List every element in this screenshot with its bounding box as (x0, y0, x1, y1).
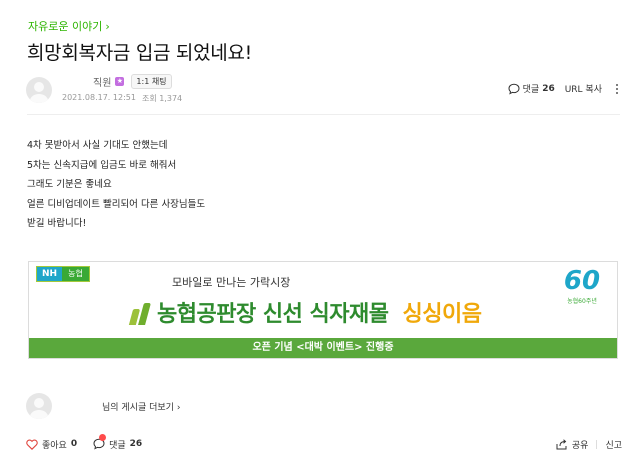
author-info: 직원 ★ 1:1 채팅 (93, 74, 172, 89)
avatar-placeholder-icon (34, 82, 44, 92)
right-actions: 공유 신고 (556, 438, 622, 451)
content-line: 4차 못받아서 사실 기대도 안했는데 (27, 140, 168, 151)
post-title: 희망회복자금 입금 되었네요! (27, 42, 252, 64)
comment-count: 26 (129, 439, 143, 449)
content-line: 5차는 신속지급에 입금도 바로 해줘서 (27, 159, 177, 171)
like-count: 0 (70, 439, 78, 449)
comment-link-count: 26 (542, 83, 555, 94)
nh-logo-right: 농협 (62, 267, 89, 281)
board-name: 자유로운 이야기 (28, 20, 103, 33)
post-date: 2021.08.17. 12:51 (62, 93, 136, 102)
banner-brand: 싱싱이음 (402, 302, 482, 327)
author-grade: 직원 (93, 78, 112, 89)
like-button[interactable]: 좋아요 0 (26, 438, 77, 451)
content-line: 그래도 기분은 좋네요 (27, 179, 112, 190)
share-icon (556, 438, 567, 449)
new-badge-icon (99, 433, 107, 441)
author-more-link[interactable]: 님의 게시글 더보기 › (102, 400, 180, 413)
banner-event-bar: 오픈 기념 <대박 이벤트> 진행중 (29, 338, 617, 358)
chat-button[interactable]: 1:1 채팅 (131, 74, 172, 89)
divider (27, 114, 620, 115)
brand-mark-icon (128, 299, 153, 325)
banner-headline: 농협공판장 신선 식자재몰 (157, 302, 389, 327)
nh-logo: NH 농협 (36, 266, 90, 282)
comment-link-label: 댓글 (522, 85, 540, 95)
avatar-placeholder-icon (34, 398, 44, 408)
comment-button[interactable]: 댓글 26 (93, 433, 143, 451)
author-avatar[interactable] (26, 77, 52, 103)
anniversary-caption: 농협60주년 (567, 298, 597, 305)
post-content: 4차 못받아서 사실 기대도 안했는데 5차는 신속지급에 입금도 바로 해줘서… (27, 136, 205, 234)
anniversary-logo: 60 농협60주년 (559, 266, 605, 305)
action-separator (596, 439, 598, 449)
share-label: 공유 (571, 440, 589, 451)
author-more: 님의 게시글 더보기 › (26, 393, 180, 419)
more-vertical-icon[interactable] (612, 83, 622, 94)
share-button[interactable]: 공유 (556, 438, 589, 451)
anniversary-number: 60 (563, 266, 601, 296)
url-copy-button[interactable]: URL 복사 (565, 82, 602, 95)
content-line: 받길 바랍니다! (27, 218, 87, 229)
author-avatar-small[interactable] (26, 393, 52, 419)
comment-icon (508, 83, 520, 95)
comment-label: 댓글 (109, 440, 126, 451)
nh-logo-left: NH (37, 267, 63, 281)
post-meta: 2021.08.17. 12:51 조회 1,374 (62, 93, 182, 104)
post-actions: 댓글 26 URL 복사 (508, 82, 622, 95)
banner-subtitle: 모바일로 만나는 가락시장 (172, 276, 291, 289)
report-button[interactable]: 신고 (605, 438, 622, 451)
grade-badge-icon: ★ (115, 77, 125, 86)
like-label: 좋아요 (42, 440, 67, 451)
chevron-right-icon: › (105, 19, 110, 33)
bottom-action-bar: 좋아요 0 댓글 26 공유 신고 (26, 433, 622, 452)
comment-link[interactable]: 댓글 26 (508, 82, 555, 95)
ad-banner[interactable]: NH 농협 모바일로 만나는 가락시장 농협공판장 신선 식자재몰 싱싱이음 6… (28, 261, 618, 359)
content-line: 얼른 디비업데이트 빨리되어 다른 사장님들도 (27, 198, 206, 210)
board-link[interactable]: 자유로운 이야기 › (28, 18, 110, 34)
banner-headline-row: 농협공판장 신선 식자재몰 싱싱이음 (128, 296, 482, 328)
heart-icon (26, 439, 38, 450)
post-views: 조회 1,374 (141, 94, 183, 103)
